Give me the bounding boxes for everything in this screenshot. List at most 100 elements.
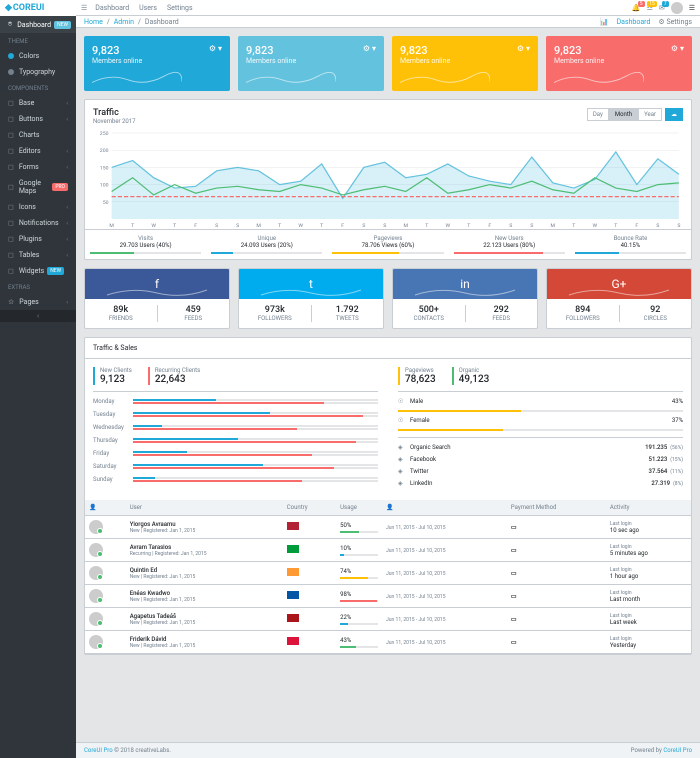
sidebar-item-dashboard[interactable]: ⌾ Dashboard NEW — [0, 16, 76, 33]
download-icon[interactable]: ☁ — [665, 108, 683, 121]
table-header: Usage — [336, 500, 382, 516]
table-row[interactable]: Quintin EdNew | Registered: Jan 1, 2015 … — [85, 562, 691, 585]
table-row[interactable]: Yiorgos AvraamuNew | Registered: Jan 1, … — [85, 516, 691, 539]
stat-card-0: 9,823 Members online ⚙ ▾ — [84, 36, 230, 91]
gear-icon[interactable]: ⚙ ▾ — [209, 44, 222, 53]
stat-card-3: 9,823 Members online ⚙ ▾ — [546, 36, 692, 91]
sidebar-item-pages[interactable]: ☆Pages‹ — [0, 294, 76, 310]
svg-text:M: M — [109, 223, 114, 229]
brand-logo[interactable]: ◆COREUI — [0, 0, 76, 16]
topbar: ☰ Dashboard Users Settings 🔔5 ☳15 ✉7 ☰ — [76, 0, 700, 16]
ts-metric: Recurring Clients22,643 — [148, 367, 200, 385]
traffic-title: Traffic — [93, 108, 136, 118]
svg-text:S: S — [677, 223, 680, 229]
topnav-dashboard[interactable]: Dashboard — [95, 4, 129, 12]
footer-left-link[interactable]: CoreUI Pro — [84, 747, 113, 754]
gear-icon[interactable]: ⚙ ▾ — [671, 44, 684, 53]
sidebar-item-icons[interactable]: ◻Icons‹ — [0, 199, 76, 215]
list-icon[interactable]: ☳15 — [647, 4, 653, 12]
user-avatar-icon — [89, 612, 103, 626]
user-avatar-icon — [89, 635, 103, 649]
footer-stat: Unique24.093 Users (20%) — [206, 230, 327, 259]
day-row: Friday — [93, 450, 378, 457]
svg-text:S: S — [530, 223, 533, 229]
svg-text:T: T — [425, 223, 428, 229]
breadcrumb-current: Dashboard — [145, 18, 179, 26]
breadcrumb-graph-icon[interactable]: 📊 — [600, 18, 609, 26]
source-row: ◈Twitter37.564(11%) — [398, 468, 683, 475]
user-avatar[interactable] — [671, 2, 683, 14]
svg-text:S: S — [236, 223, 239, 229]
sidebar-item-typography[interactable]: Typography — [0, 64, 76, 80]
svg-text:250: 250 — [100, 131, 109, 137]
sidebar-item-widgets[interactable]: ◻WidgetsNEW — [0, 263, 76, 279]
payment-icon: ▭ — [511, 547, 517, 554]
traffic-panel: Traffic November 2017 Day Month Year ☁ 2… — [84, 99, 692, 260]
stat-value: 9,823 — [246, 44, 376, 57]
svg-text:T: T — [467, 223, 470, 229]
range-day[interactable]: Day — [587, 108, 609, 121]
footer-stat: New Users22.123 Users (80%) — [449, 230, 570, 259]
gear-icon[interactable]: ⚙ ▾ — [517, 44, 530, 53]
nav-title-components: COMPONENTS — [0, 80, 76, 95]
footer-right-link[interactable]: CoreUI Pro — [663, 747, 692, 754]
sidebar-minimizer[interactable]: ‹ — [0, 310, 76, 322]
user-avatar-icon — [89, 543, 103, 557]
traffic-sales-panel: Traffic & Sales New Clients9,123Recurrin… — [84, 337, 692, 655]
envelope-icon[interactable]: ✉7 — [659, 4, 665, 12]
flag-icon — [287, 614, 299, 622]
breadcrumb-admin[interactable]: Admin — [114, 18, 134, 26]
svg-text:S: S — [509, 223, 512, 229]
sidebar-item-forms[interactable]: ◻Forms‹ — [0, 159, 76, 175]
flag-icon — [287, 568, 299, 576]
breadcrumb-link-settings[interactable]: Settings — [666, 18, 692, 26]
topnav-settings[interactable]: Settings — [167, 4, 193, 12]
day-row: Saturday — [93, 463, 378, 470]
range-year[interactable]: Year — [638, 108, 662, 121]
social-icon: t — [239, 269, 383, 299]
flag-icon — [287, 522, 299, 530]
stat-value: 9,823 — [92, 44, 222, 57]
table-header: Payment Method — [507, 500, 606, 516]
hamburger-right-icon[interactable]: ☰ — [689, 4, 695, 12]
source-row: ◈LinkedIn27.319(8%) — [398, 480, 683, 487]
svg-text:50: 50 — [103, 200, 109, 206]
sidebar-item-google-maps[interactable]: ◻Google MapsPRO — [0, 175, 76, 199]
range-month[interactable]: Month — [609, 108, 638, 121]
breadcrumb-home[interactable]: Home — [84, 18, 103, 26]
bell-icon[interactable]: 🔔5 — [632, 4, 641, 12]
traffic-sub: November 2017 — [93, 118, 136, 125]
table-header: User — [126, 500, 283, 516]
breadcrumb-link-dashboard[interactable]: Dashboard — [617, 18, 651, 26]
sidebar-item-buttons[interactable]: ◻Buttons‹ — [0, 111, 76, 127]
topnav-users[interactable]: Users — [139, 4, 157, 12]
table-row[interactable]: Agapetus TadeášNew | Registered: Jan 1, … — [85, 608, 691, 631]
user-avatar-icon — [89, 520, 103, 534]
svg-text:F: F — [341, 223, 344, 229]
hamburger-icon[interactable]: ☰ — [81, 4, 87, 12]
ts-metric: New Clients9,123 — [93, 367, 132, 385]
stat-label: Members online — [92, 57, 222, 65]
footer-stat: Pageviews78.706 Views (60%) — [327, 230, 448, 259]
sidebar-item-colors[interactable]: Colors — [0, 48, 76, 64]
sidebar-item-base[interactable]: ◻Base‹ — [0, 95, 76, 111]
sidebar-item-notifications[interactable]: ◻Notifications‹ — [0, 215, 76, 231]
breadcrumb: Home/ Admin/ Dashboard 📊 Dashboard ⚙ Set… — [76, 16, 700, 28]
social-card-li: in 500+CONTACTS 292FEEDS — [392, 268, 538, 329]
nav-title-extras: EXTRAS — [0, 279, 76, 294]
sidebar-item-tables[interactable]: ◻Tables‹ — [0, 247, 76, 263]
traffic-range-group: Day Month Year ☁ — [587, 108, 683, 121]
sidebar-item-plugins[interactable]: ◻Plugins‹ — [0, 231, 76, 247]
traffic-chart: 25020015010050MTWTFSSMTWTFSSMTWTFSSMTWTF… — [93, 129, 683, 229]
table-row[interactable]: Friderik DávidNew | Registered: Jan 1, 2… — [85, 631, 691, 654]
sidebar-item-editors[interactable]: ◻Editors‹ — [0, 143, 76, 159]
table-row[interactable]: Enéas KwadwoNew | Registered: Jan 1, 201… — [85, 585, 691, 608]
svg-text:150: 150 — [100, 165, 109, 171]
table-row[interactable]: Avram TarasiosRecurring | Registered: Ja… — [85, 539, 691, 562]
gear-icon[interactable]: ⚙ ▾ — [363, 44, 376, 53]
svg-text:S: S — [362, 223, 365, 229]
day-row: Tuesday — [93, 411, 378, 418]
sidebar: ◆COREUI ⌾ Dashboard NEW THEME ColorsTypo… — [0, 0, 76, 758]
sidebar-item-charts[interactable]: ◻Charts — [0, 127, 76, 143]
social-icon: in — [393, 269, 537, 299]
